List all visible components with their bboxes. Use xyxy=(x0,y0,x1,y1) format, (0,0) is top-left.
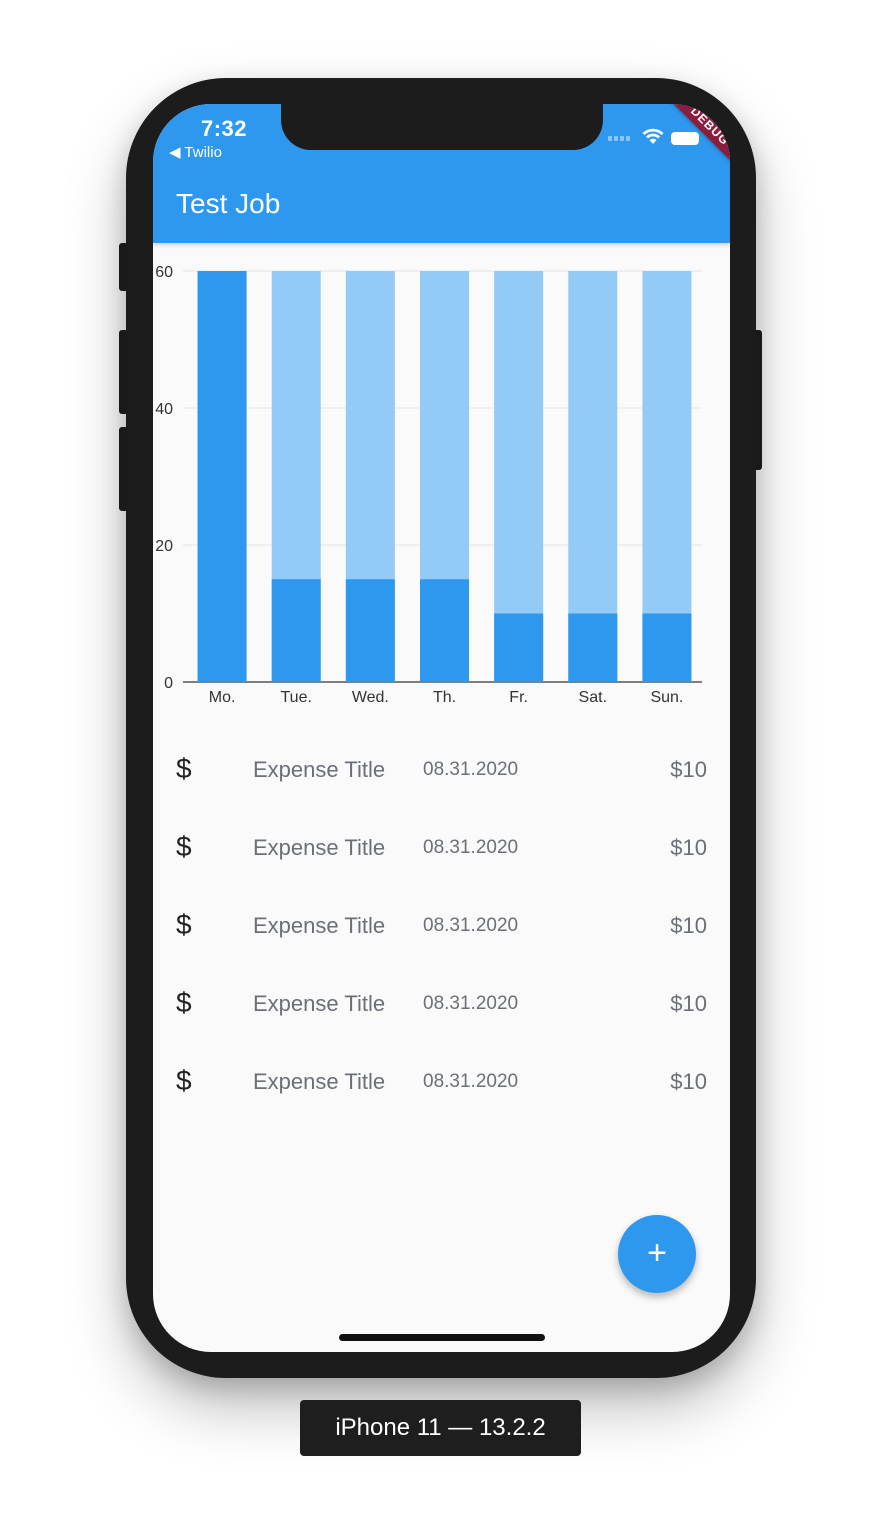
expense-amount: $10 xyxy=(670,1069,707,1094)
expense-title: Expense Title xyxy=(253,1069,386,1094)
bar xyxy=(642,613,692,682)
battery-icon xyxy=(671,132,699,145)
cellular-signal-icon xyxy=(608,136,630,141)
list-item[interactable]: $ Expense Title 08.31.2020 $10 xyxy=(153,807,730,885)
expense-date: 08.31.2020 xyxy=(423,915,519,936)
notch xyxy=(281,104,603,150)
expense-title: Expense Title xyxy=(253,991,386,1016)
dollar-icon: $ xyxy=(176,753,192,784)
x-tick-label: Fr. xyxy=(509,689,528,706)
dollar-icon: $ xyxy=(176,831,192,862)
expense-amount: $10 xyxy=(670,835,707,860)
status-time: 7:32 xyxy=(201,116,248,141)
bar xyxy=(568,613,618,682)
volume-down-button xyxy=(119,427,128,511)
x-tick-label: Wed. xyxy=(352,689,389,706)
dollar-icon: $ xyxy=(176,1065,192,1096)
expense-amount: $10 xyxy=(670,757,707,782)
expense-date: 08.31.2020 xyxy=(423,1071,519,1092)
wifi-icon xyxy=(642,128,664,144)
device-label: iPhone 11 — 13.2.2 xyxy=(300,1400,581,1456)
phone-screen: 7:32 ◀ Twilio DEBUG Test Job 0 20 40 60 Mo. T… xyxy=(153,104,730,1352)
list-item[interactable]: $ Expense Title 08.31.2020 $10 xyxy=(153,885,730,963)
x-tick-label: Tue. xyxy=(281,689,312,706)
expense-amount: $10 xyxy=(670,991,707,1016)
mute-switch xyxy=(119,243,128,291)
power-button xyxy=(753,330,762,470)
expense-date: 08.31.2020 xyxy=(423,759,519,780)
dollar-icon: $ xyxy=(176,987,192,1018)
y-tick-label: 0 xyxy=(164,675,173,692)
weekly-expense-chart: 0 20 40 60 Mo. Tue. Wed. Th. Fr. Sat. Sun. xyxy=(153,256,730,716)
list-item[interactable]: $ Expense Title 08.31.2020 $10 xyxy=(153,1041,730,1119)
x-tick-label: Sun. xyxy=(650,689,683,706)
back-to-app-link[interactable]: ◀ Twilio xyxy=(169,143,222,161)
page-title: Test Job xyxy=(176,188,281,219)
x-tick-label: Sat. xyxy=(579,689,607,706)
expense-title: Expense Title xyxy=(253,757,386,782)
home-indicator[interactable] xyxy=(339,1334,545,1341)
expense-list: $ Expense Title 08.31.2020 $10 $ Expense Titl… xyxy=(153,729,730,1119)
add-expense-button[interactable]: + xyxy=(618,1215,696,1293)
y-tick-label: 40 xyxy=(155,401,173,418)
volume-up-button xyxy=(119,330,128,414)
app-bar: 7:32 ◀ Twilio DEBUG Test Job xyxy=(153,104,730,243)
bar xyxy=(345,579,395,682)
expense-amount: $10 xyxy=(670,913,707,938)
bar xyxy=(420,579,469,682)
add-icon: + xyxy=(647,1234,667,1272)
expense-date: 08.31.2020 xyxy=(423,837,519,858)
simulator-stage: 7:32 ◀ Twilio DEBUG Test Job 0 20 40 60 Mo. T… xyxy=(0,0,882,1528)
list-item[interactable]: $ Expense Title 08.31.2020 $10 xyxy=(153,729,730,807)
bar xyxy=(494,613,544,682)
expense-date: 08.31.2020 xyxy=(423,993,519,1014)
bar xyxy=(271,579,321,682)
bar-chart: 0 20 40 60 Mo. Tue. Wed. Th. Fr. Sat. Sun. xyxy=(155,264,702,706)
bar xyxy=(197,271,247,682)
dollar-icon: $ xyxy=(176,909,192,940)
list-item[interactable]: $ Expense Title 08.31.2020 $10 xyxy=(153,963,730,1041)
expense-title: Expense Title xyxy=(253,835,386,860)
y-tick-label: 20 xyxy=(155,538,173,555)
y-tick-label: 60 xyxy=(155,264,173,281)
x-tick-label: Th. xyxy=(433,689,456,706)
x-tick-label: Mo. xyxy=(209,689,236,706)
expense-title: Expense Title xyxy=(253,913,386,938)
